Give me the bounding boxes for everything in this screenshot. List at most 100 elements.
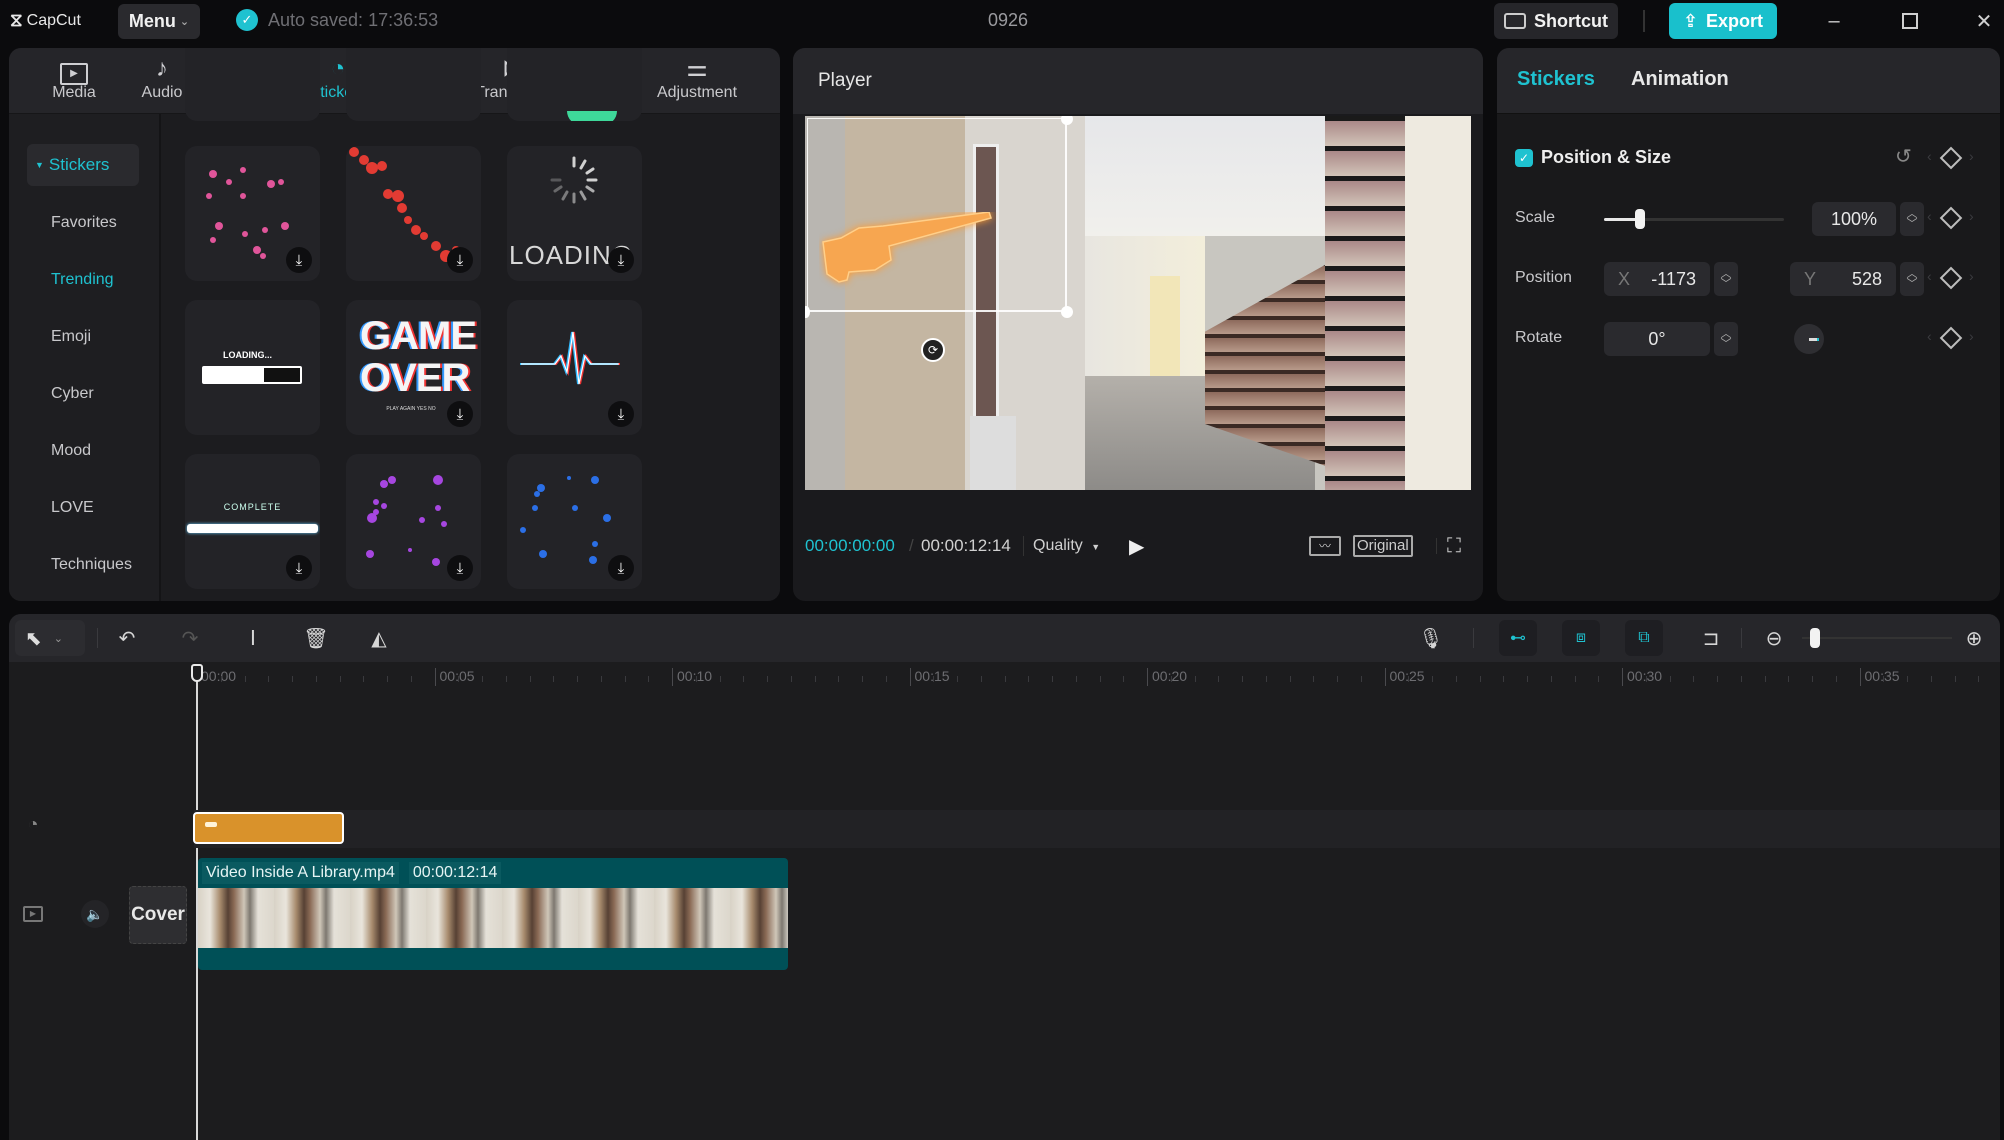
tab-stickers-properties[interactable]: Stickers	[1517, 68, 1595, 91]
ratio-button[interactable]: Original	[1353, 535, 1413, 557]
scale-slider[interactable]	[1604, 209, 1784, 229]
next-keyframe-icon[interactable]: ›	[1969, 208, 1974, 224]
next-keyframe-icon[interactable]: ›	[1969, 328, 1974, 344]
split-button[interactable]: Ⅰ	[237, 623, 269, 653]
sidebar-item-emoji[interactable]: Emoji	[27, 316, 139, 358]
sidebar-item-trending[interactable]: Trending	[27, 259, 139, 301]
download-icon[interactable]: ⤓	[447, 247, 473, 273]
sticker-card-complete[interactable]: COMPLETE ⤓	[185, 454, 320, 589]
sticker-clip[interactable]	[193, 812, 344, 844]
keyframe-icon[interactable]	[1939, 266, 1963, 290]
sticker-card-heartbeat[interactable]: ⤓	[507, 300, 642, 435]
project-title[interactable]: 0926	[988, 10, 1028, 31]
download-icon[interactable]: ⤓	[286, 555, 312, 581]
microphone-icon: 🎙	[1418, 627, 1444, 650]
sticker-card-loading[interactable]: LOADING ⤓	[507, 146, 642, 281]
zoom-out-button[interactable]: ⊖	[1758, 623, 1790, 653]
video-preview[interactable]: ⟳	[805, 116, 1471, 490]
sidebar-item-favorites[interactable]: Favorites	[27, 202, 139, 244]
main-track-magnet-button[interactable]: ⊷	[1499, 620, 1537, 656]
next-keyframe-icon[interactable]: ›	[1969, 268, 1974, 284]
sticker-card-loading-bar[interactable]: LOADING...	[185, 300, 320, 435]
cover-button[interactable]: Cover	[129, 886, 187, 944]
tab-media[interactable]: ▶ Media	[31, 54, 117, 112]
ruler-minor-tick	[885, 676, 887, 682]
sidebar-item-techniques[interactable]: Techniques	[27, 544, 139, 586]
fullscreen-icon[interactable]: ⛶	[1447, 535, 1461, 558]
pointing-hand-sticker[interactable]	[819, 212, 999, 292]
scale-slider-thumb[interactable]	[1635, 209, 1645, 229]
scale-input[interactable]: 100%	[1812, 202, 1896, 236]
mirror-button[interactable]: ◭	[363, 623, 395, 653]
close-button[interactable]: ✕	[1964, 6, 2004, 36]
sticker-card[interactable]	[346, 48, 481, 121]
prev-keyframe-icon[interactable]: ‹	[1927, 148, 1932, 164]
position-x-input[interactable]: X -1173	[1604, 262, 1710, 296]
sticker-card-red-hearts[interactable]: ⤓	[346, 146, 481, 281]
tab-adjustment[interactable]: ⚌ Adjustment	[647, 54, 747, 112]
timeline-zoom-thumb[interactable]	[1809, 628, 1820, 648]
mute-track-button[interactable]: 🔈	[81, 900, 109, 928]
position-size-checkbox[interactable]: ✓	[1515, 149, 1533, 167]
menu-button[interactable]: Menu ⌄	[118, 4, 200, 39]
keyframe-icon[interactable]	[1939, 146, 1963, 170]
position-y-stepper[interactable]: ︿ ﹀	[1900, 262, 1924, 296]
zoom-in-button[interactable]: ⊕	[1958, 623, 1990, 653]
maximize-button[interactable]	[1890, 6, 1930, 36]
shortcut-button[interactable]: Shortcut	[1494, 3, 1618, 39]
timeline-zoom-slider[interactable]	[1802, 628, 1952, 648]
clip-header: Video Inside A Library.mp4 00:00:12:14	[202, 862, 502, 884]
delete-button[interactable]: 🗑	[300, 623, 332, 653]
scale-stepper[interactable]: ︿ ﹀	[1900, 202, 1924, 236]
resize-handle[interactable]	[1061, 306, 1073, 318]
preview-axis-button[interactable]: ⊐	[1695, 623, 1727, 653]
rotate-dial[interactable]	[1794, 324, 1824, 354]
sidebar-item-mood[interactable]: Mood	[27, 430, 139, 472]
tab-animation[interactable]: Animation	[1631, 68, 1729, 91]
download-icon[interactable]: ⤓	[447, 401, 473, 427]
playhead-handle[interactable]	[191, 664, 203, 682]
waveform-toggle-icon[interactable]: 〰	[1309, 536, 1341, 556]
ruler-minor-tick	[315, 676, 317, 682]
keyframe-icon[interactable]	[1939, 206, 1963, 230]
download-icon[interactable]: ⤓	[608, 401, 634, 427]
download-icon[interactable]: ⤓	[608, 247, 634, 273]
linkage-button[interactable]: ⧉	[1625, 620, 1663, 656]
timeline-ruler[interactable]: 00:00 00:05 00:10 00:15 00:20 00:25 00:30 00:35	[9, 662, 2000, 688]
undo-button[interactable]: ↶	[111, 623, 143, 653]
sticker-card[interactable]	[507, 48, 642, 121]
reset-icon[interactable]: ↺	[1895, 144, 1912, 169]
download-icon[interactable]: ⤓	[286, 247, 312, 273]
sticker-card-blue-hearts[interactable]: ⤓	[507, 454, 642, 589]
rotate-stepper[interactable]: ︿ ﹀	[1714, 322, 1738, 356]
prev-keyframe-icon[interactable]: ‹	[1927, 268, 1932, 284]
export-button[interactable]: ⇪ Export	[1669, 3, 1777, 39]
download-icon[interactable]: ⤓	[608, 555, 634, 581]
minimize-button[interactable]: –	[1814, 6, 1854, 36]
sidebar-header-stickers[interactable]: ▼ Stickers	[27, 144, 139, 186]
prev-keyframe-icon[interactable]: ‹	[1927, 208, 1932, 224]
redo-button[interactable]: ↷	[174, 623, 206, 653]
sticker-card[interactable]	[185, 48, 320, 121]
rotate-handle-icon[interactable]: ⟳	[921, 338, 945, 362]
auto-snap-button[interactable]: ⧈	[1562, 620, 1600, 656]
keyframe-icon[interactable]	[1939, 326, 1963, 350]
download-icon[interactable]: ⤓	[447, 555, 473, 581]
quality-dropdown[interactable]: Quality ▼	[1033, 537, 1100, 555]
record-audio-button[interactable]: 🎙	[1415, 623, 1447, 653]
select-tool-button[interactable]: ⬉ ⌄	[15, 620, 85, 656]
sidebar-item-cyber[interactable]: Cyber	[27, 373, 139, 415]
video-clip[interactable]: Video Inside A Library.mp4 00:00:12:14	[198, 858, 788, 970]
position-x-stepper[interactable]: ︿ ﹀	[1714, 262, 1738, 296]
minimize-icon: –	[1828, 9, 1840, 32]
ruler-minor-tick	[1218, 676, 1220, 682]
sidebar-item-love[interactable]: LOVE	[27, 487, 139, 529]
rotate-input[interactable]: 0°	[1604, 322, 1710, 356]
position-y-input[interactable]: Y 528	[1790, 262, 1896, 296]
next-keyframe-icon[interactable]: ›	[1969, 148, 1974, 164]
sticker-card-purple-hearts[interactable]: ⤓	[346, 454, 481, 589]
sticker-card-game-over[interactable]: GAME OVER PLAY AGAIN YES NO ⤓	[346, 300, 481, 435]
sticker-card-pink-hearts[interactable]: ⤓	[185, 146, 320, 281]
play-button[interactable]: ▶	[1129, 534, 1144, 559]
prev-keyframe-icon[interactable]: ‹	[1927, 328, 1932, 344]
